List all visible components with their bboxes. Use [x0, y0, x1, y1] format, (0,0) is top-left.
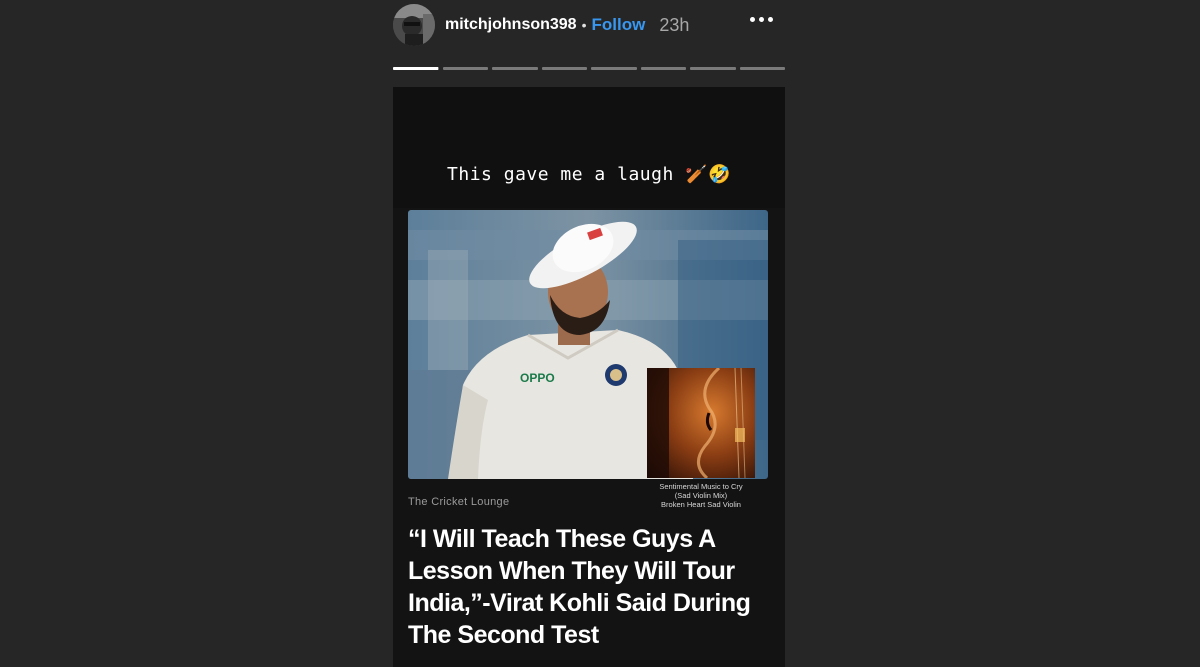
- username-link[interactable]: mitchjohnson398: [445, 16, 577, 34]
- music-title-line2: (Sad Violin Mix): [674, 491, 728, 500]
- caption-emojis: 🏏🤣: [685, 164, 731, 185]
- more-options-icon[interactable]: [750, 17, 773, 22]
- follow-button[interactable]: Follow: [591, 15, 645, 35]
- progress-segment: [640, 67, 686, 70]
- story-caption-area: This gave me a laugh 🏏🤣: [393, 87, 785, 208]
- progress-segment: [492, 67, 538, 70]
- jersey-sponsor-text: OPPO: [520, 371, 555, 385]
- caption-text: This gave me a laugh: [447, 164, 686, 185]
- story-header: mitchjohnson398 • Follow 23h: [393, 3, 785, 47]
- progress-segment-fill: [393, 67, 439, 70]
- progress-segment: [442, 67, 488, 70]
- progress-segment: [393, 67, 439, 70]
- post-headline: “I Will Teach These Guys A Lesson When T…: [408, 525, 751, 649]
- avatar-image: [393, 4, 435, 46]
- story-frame[interactable]: This gave me a laugh 🏏🤣 OPPO The Cricket…: [393, 87, 785, 667]
- progress-segment: [690, 67, 736, 70]
- timestamp: 23h: [659, 14, 690, 35]
- progress-segment: [541, 67, 587, 70]
- avatar[interactable]: [393, 4, 435, 46]
- music-artist: Broken Heart Sad Violin: [661, 500, 741, 509]
- music-sticker-artwork[interactable]: [647, 368, 755, 478]
- story-caption: This gave me a laugh 🏏🤣: [393, 164, 785, 185]
- story-progress-bar: [393, 67, 785, 70]
- music-sticker-caption[interactable]: Sentimental Music to Cry (Sad Violin Mix…: [636, 482, 766, 509]
- shared-post-card: OPPO The Cricket Lounge Sentimental Musi…: [393, 208, 785, 667]
- progress-segment: [739, 67, 785, 70]
- music-title-line1: Sentimental Music to Cry: [659, 482, 743, 491]
- violin-artwork: [647, 368, 755, 478]
- separator-dot: •: [581, 17, 587, 33]
- story-viewer: mitchjohnson398 • Follow 23h This gave m…: [0, 0, 1200, 667]
- progress-segment: [591, 67, 637, 70]
- post-source: The Cricket Lounge: [408, 496, 510, 508]
